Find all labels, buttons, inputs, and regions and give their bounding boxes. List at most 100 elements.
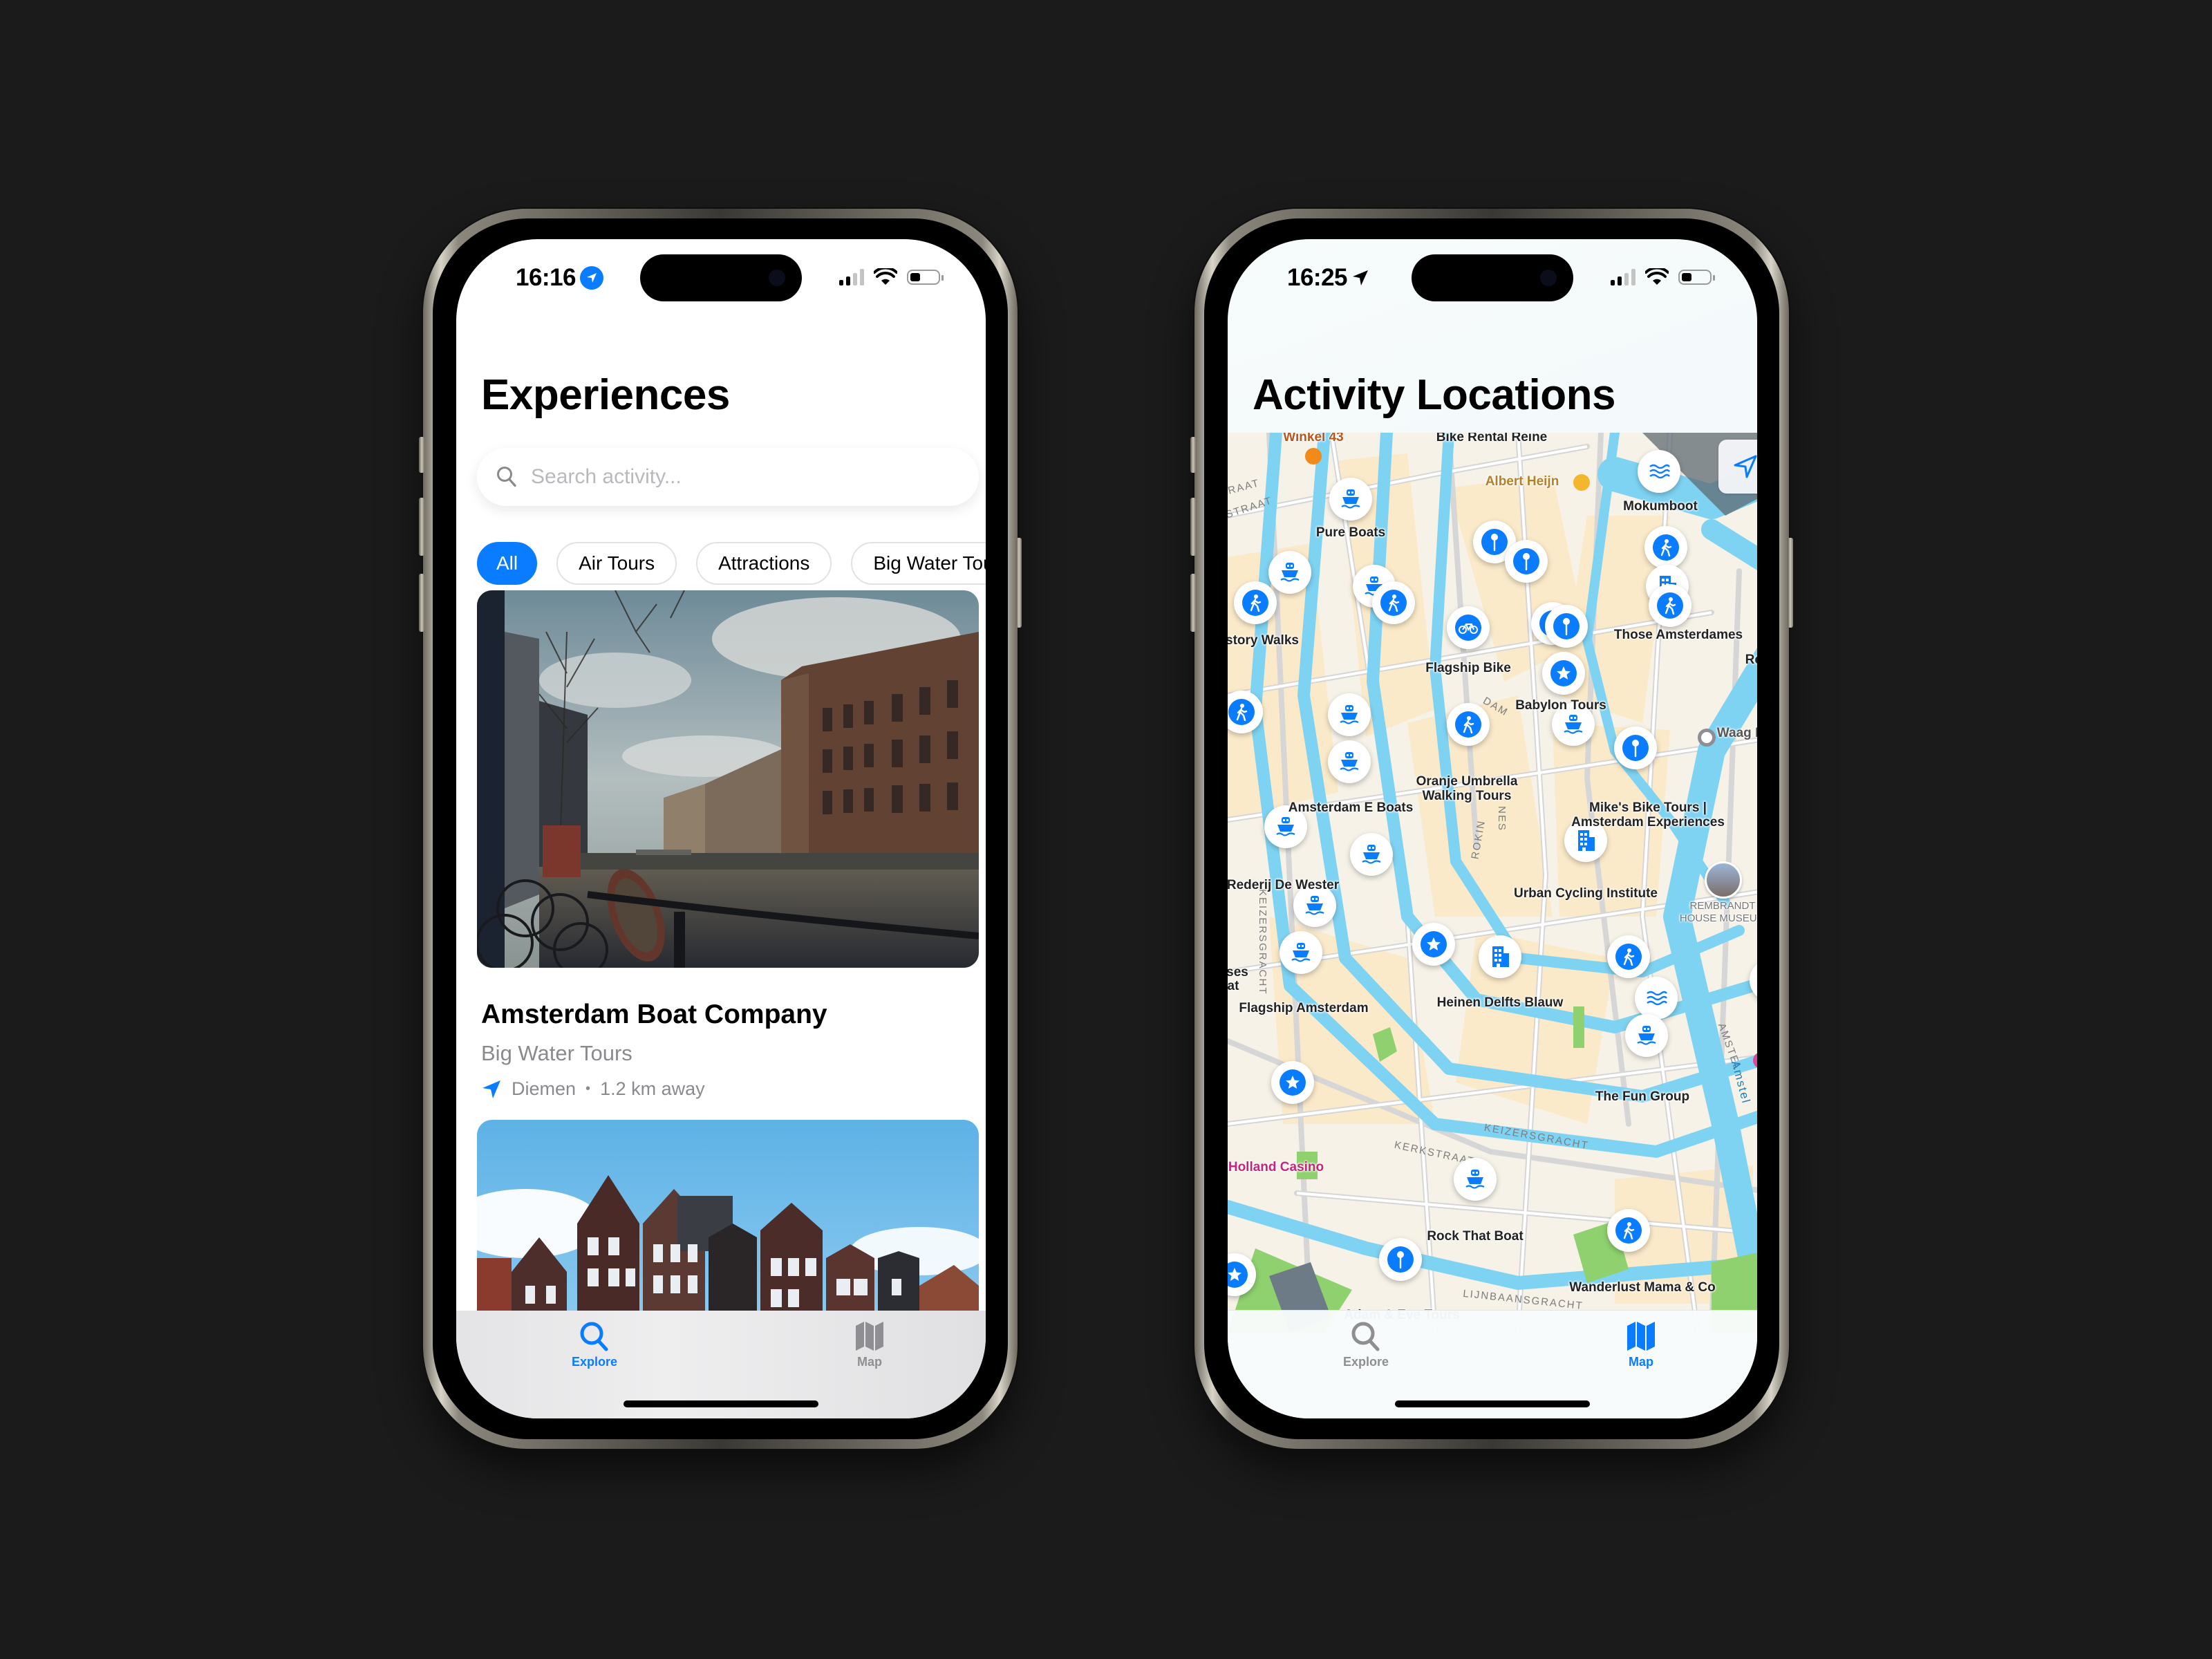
boat-icon: [1287, 939, 1315, 966]
map-pin-bicycle[interactable]: [1447, 606, 1490, 649]
activity-distance: 1.2 km away: [600, 1078, 705, 1099]
map-pin-boat[interactable]: [1625, 1014, 1668, 1057]
boat-icon: [1335, 701, 1363, 729]
map-pin-star[interactable]: [1412, 923, 1455, 966]
map-pin-boat[interactable]: [1350, 833, 1393, 876]
poi-waag[interactable]: Waag Futu: [1717, 726, 1757, 740]
explore-screen: 16:16 Experiences All Air Tours Attracti…: [456, 239, 986, 1418]
map-pin-boat[interactable]: [1329, 478, 1372, 521]
walk-icon: [1615, 1217, 1642, 1244]
tab-bar: Explore Map: [456, 1311, 986, 1418]
walk-icon: [1454, 711, 1482, 738]
activity-map[interactable]: RAAT STRAAT DAM NES ROKIN KEIZERSGRACHT …: [1228, 433, 1757, 1333]
activity-label-amsterdam-e-boats[interactable]: Amsterdam E Boats: [1288, 800, 1414, 815]
activity-card-image[interactable]: [477, 590, 979, 968]
activity-label-those-amsterdames[interactable]: Those Amsterdames: [1614, 628, 1743, 642]
activity-label-rock-that-boat[interactable]: Rock That Boat: [1427, 1229, 1523, 1244]
page-title: Activity Locations: [1253, 371, 1616, 419]
water-icon: [1642, 984, 1670, 1012]
activity-label-heinen-delfts-blauw[interactable]: Heinen Delfts Blauw: [1437, 995, 1564, 1010]
activity-label-mokumboot[interactable]: Mokumboot: [1623, 499, 1698, 514]
home-indicator[interactable]: [624, 1400, 818, 1407]
search-field[interactable]: [477, 448, 979, 506]
poi-albert-heijn[interactable]: Albert Heijn: [1485, 474, 1559, 489]
building-icon: [1486, 943, 1514, 971]
poi-partial: at: [1228, 979, 1239, 993]
activity-label-flagship-amsterdam[interactable]: Flagship Amsterdam: [1239, 1001, 1368, 1015]
phone-explore: 16:16 Experiences All Air Tours Attracti…: [419, 209, 1022, 1449]
user-location-button[interactable]: [1718, 440, 1757, 494]
map-pin-walk[interactable]: [1234, 581, 1277, 624]
map-pin-boat[interactable]: [1454, 1158, 1497, 1201]
shopping-cart-icon: [1573, 474, 1590, 491]
search-input[interactable]: [529, 465, 947, 489]
map-pin-water[interactable]: [1635, 977, 1678, 1020]
activity-label-babylon-tours[interactable]: Babylon Tours: [1515, 698, 1606, 713]
cafe-icon: [1305, 448, 1322, 465]
map-pin-water[interactable]: [1638, 450, 1680, 493]
category-filter-bar: All Air Tours Attractions Big Water Tour…: [477, 542, 986, 585]
activity-label-urban-cycling[interactable]: Urban Cycling Institute: [1514, 886, 1658, 901]
map-pin-boat[interactable]: [1328, 740, 1371, 783]
star-icon: [1420, 930, 1447, 958]
poi-bike-rental-reine[interactable]: Bike Rental Reine: [1436, 433, 1548, 444]
map-pin-boat[interactable]: [1280, 931, 1322, 974]
filter-chip-big-water-tours[interactable]: Big Water Tours: [851, 542, 986, 585]
poi-winkel-43[interactable]: Winkel 43: [1283, 433, 1343, 444]
map-pin-boat[interactable]: [1328, 693, 1371, 736]
map-pin-star[interactable]: [1271, 1061, 1314, 1104]
separator-dot: •: [585, 1081, 591, 1096]
walk-icon: [1652, 534, 1680, 561]
poi-holland-casino[interactable]: Holland Casino: [1228, 1160, 1324, 1174]
map-pin-star[interactable]: [1542, 652, 1585, 695]
rembrandt-house-thumbnail[interactable]: [1705, 861, 1742, 899]
map-pin-boat[interactable]: [1268, 551, 1311, 594]
boat-icon: [1337, 485, 1365, 513]
tab-map[interactable]: Map: [1600, 1320, 1683, 1369]
wifi-icon: [874, 268, 897, 285]
activity-label-history-walks[interactable]: story Walks: [1228, 633, 1299, 648]
map-pin-walk[interactable]: [1372, 581, 1415, 624]
map-pin-pin[interactable]: [1545, 605, 1588, 648]
filter-chip-attractions[interactable]: Attractions: [696, 542, 832, 585]
tab-explore[interactable]: Explore: [553, 1320, 636, 1369]
filter-chip-air-tours[interactable]: Air Tours: [556, 542, 677, 585]
activity-label-wanderlust-mama[interactable]: Wanderlust Mama & Co: [1569, 1280, 1716, 1295]
activity-label-rederij-a[interactable]: Rederij A: [1745, 653, 1757, 667]
activity-label-pure-boats[interactable]: Pure Boats: [1316, 525, 1385, 540]
location-active-icon: [580, 266, 604, 290]
search-icon: [497, 467, 516, 487]
map-pin-building[interactable]: [1479, 935, 1521, 978]
tab-explore[interactable]: Explore: [1324, 1320, 1407, 1369]
activity-label-oranje-umbrella[interactable]: Oranje Umbrella Walking Tours: [1408, 774, 1526, 803]
dynamic-island: [640, 254, 802, 301]
map-pin-walk[interactable]: [1607, 935, 1650, 978]
poi-partial: ses: [1228, 965, 1248, 980]
activity-label-mikes-bike-tours[interactable]: Mike's Bike Tours | Amsterdam Experience…: [1562, 800, 1734, 830]
action-button: [1190, 437, 1196, 473]
map-pin-walk[interactable]: [1447, 703, 1490, 746]
star-icon: [1228, 1261, 1248, 1288]
map-pin-pin[interactable]: [1379, 1238, 1422, 1281]
filter-chip-all[interactable]: All: [477, 542, 538, 585]
map-pin-pin[interactable]: [1614, 727, 1657, 769]
tab-map[interactable]: Map: [828, 1320, 911, 1369]
activity-label-the-fun-group[interactable]: The Fun Group: [1595, 1089, 1689, 1104]
map-pin-pin[interactable]: [1505, 540, 1548, 583]
map-pin-walk[interactable]: [1649, 584, 1691, 627]
activity-title[interactable]: Amsterdam Boat Company: [481, 1000, 827, 1030]
building-icon: [1572, 827, 1600, 854]
activity-card-image-2[interactable]: [477, 1120, 979, 1327]
walk-icon: [1380, 589, 1407, 617]
activity-label-flagship-bike[interactable]: Flagship Bike: [1425, 661, 1511, 675]
map-pin-walk[interactable]: [1607, 1209, 1650, 1252]
volume-up-button: [419, 498, 424, 556]
bezel: 16:25 Activity Locations RAAT STRAAT DAM…: [1204, 218, 1779, 1439]
home-indicator[interactable]: [1395, 1400, 1590, 1407]
dynamic-island: [1412, 254, 1573, 301]
tab-bar: Explore Map: [1228, 1310, 1757, 1418]
poi-rembrandt-2: HOUSE MUSEUM: [1679, 912, 1757, 924]
activity-label-rederij-de-wester[interactable]: Rederij De Wester: [1228, 878, 1339, 892]
location-arrow-icon: [1734, 455, 1757, 478]
map-pin-walk[interactable]: [1644, 526, 1687, 569]
